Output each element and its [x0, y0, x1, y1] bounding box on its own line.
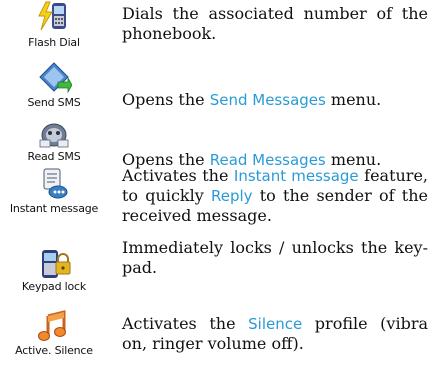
keypad-lock-description: Immediately locks / unlocks the key-pad. — [122, 238, 428, 277]
send-sms-description: Opens the Send Messages menu. — [122, 90, 382, 109]
send-sms-icon — [36, 60, 72, 96]
flash-dial-description: Dials the associated number of the phone… — [122, 4, 428, 43]
silence-link[interactable]: Silence — [248, 315, 302, 333]
silence-icon — [36, 308, 72, 344]
instant-message-description: Activates the Instant message feature, t… — [122, 166, 429, 225]
flash-dial-item[interactable]: Flash Dial — [0, 0, 108, 49]
silence-description: Activates the Silence profile (vibra on,… — [122, 314, 429, 353]
send-messages-link[interactable]: Send Messages — [210, 91, 326, 109]
read-sms-item[interactable]: Read SMS — [0, 120, 108, 163]
flash-dial-icon — [36, 0, 72, 36]
read-sms-label: Read SMS — [27, 150, 81, 163]
instant-message-icon — [36, 166, 72, 202]
silence-label: Active. Silence — [15, 344, 93, 357]
send-sms-label: Send SMS — [27, 96, 81, 109]
keypad-lock-label: Keypad lock — [21, 280, 87, 293]
instant-message-item[interactable]: Instant message — [0, 166, 108, 215]
reply-link[interactable]: Reply — [211, 187, 253, 205]
keypad-lock-item[interactable]: Keypad lock — [0, 248, 108, 293]
send-sms-item[interactable]: Send SMS — [0, 60, 108, 109]
instant-message-label: Instant message — [9, 202, 99, 215]
keypad-lock-icon — [36, 248, 72, 280]
instant-message-link[interactable]: Instant message — [234, 167, 359, 185]
read-sms-icon — [36, 120, 72, 150]
silence-item[interactable]: Active. Silence — [0, 308, 108, 357]
flash-dial-label: Flash Dial — [28, 36, 80, 49]
